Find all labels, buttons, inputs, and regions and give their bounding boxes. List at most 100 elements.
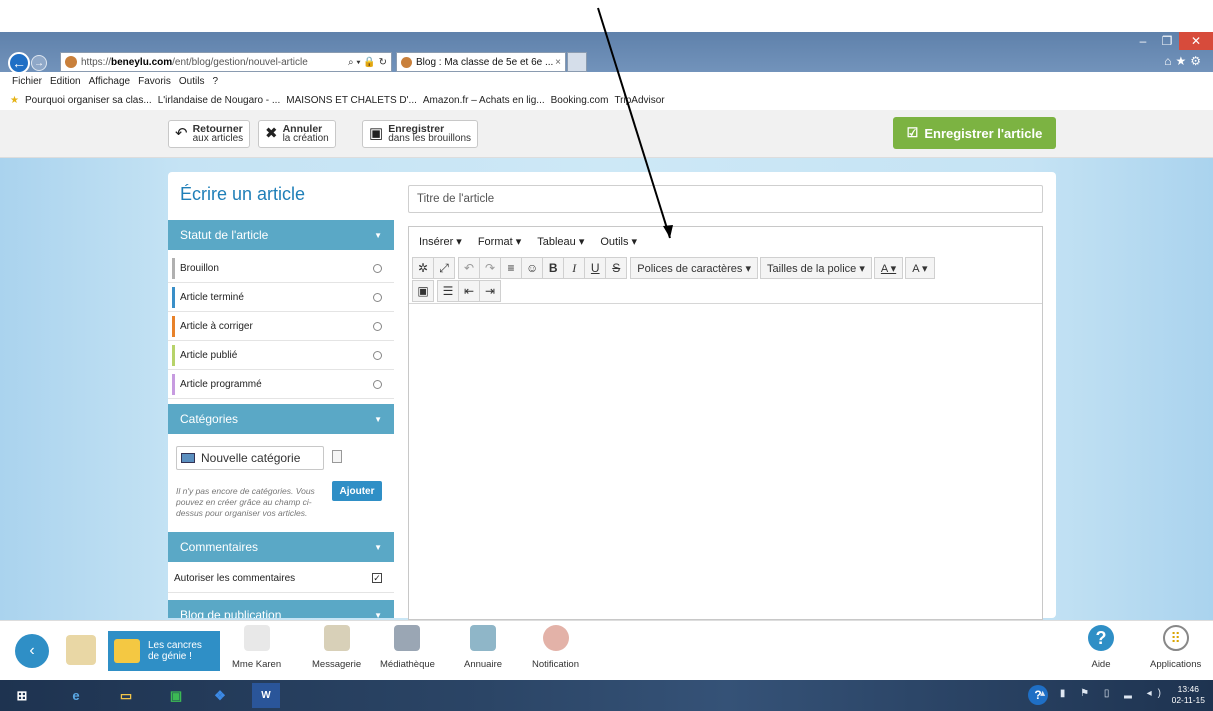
new-tab-button[interactable] — [567, 52, 587, 72]
add-category-button[interactable]: Ajouter — [332, 481, 382, 501]
store-icon[interactable]: ▣ — [162, 683, 190, 708]
dock-item-applications[interactable]: ⠿ Applications — [1150, 625, 1201, 670]
dock-item-annuaire[interactable]: Annuaire — [464, 625, 502, 670]
status-section-header[interactable]: Statut de l'article ▼ — [168, 220, 394, 250]
address-bar[interactable]: https://beneylu.com/ent/blog/gestion/nou… — [60, 52, 392, 72]
directory-icon — [470, 625, 497, 651]
save-draft-button[interactable]: ▣ Enregistrer dans les brouillons — [362, 120, 479, 148]
dock-pupils-icon[interactable] — [66, 635, 96, 665]
menu-format[interactable]: Format ▾ — [478, 235, 521, 248]
outdent-icon[interactable]: ⇤ — [458, 280, 480, 302]
minimize-icon[interactable]: – — [1131, 32, 1155, 50]
word-icon[interactable]: W — [252, 683, 280, 708]
menu-affichage[interactable]: Affichage — [89, 76, 131, 87]
browser-forward-button[interactable]: → — [31, 55, 47, 71]
radio-button[interactable] — [373, 293, 382, 302]
fav-item-6[interactable]: TripAdvisor — [614, 95, 664, 106]
triangle-down-icon: ▼ — [374, 542, 382, 552]
radio-button[interactable] — [373, 351, 382, 360]
menu-help[interactable]: ? — [212, 76, 218, 87]
menu-outils[interactable]: Outils — [179, 76, 205, 87]
status-option-to-correct[interactable]: Article à corriger — [168, 312, 394, 341]
editor-toolbar-row-1: ✲ ⤢ ↶ ↷ ≡ ☺ B I U S Polices de caractère… — [412, 257, 937, 279]
cancel-creation-button[interactable]: ✖ Annuler la création — [258, 120, 336, 148]
browser-home-fav-settings-icons[interactable]: ⌂★⚙ — [1164, 54, 1205, 68]
class-group-selector[interactable]: Les cancres de génie ! — [108, 631, 220, 671]
menu-edition[interactable]: Edition — [50, 76, 81, 87]
radio-button[interactable] — [373, 380, 382, 389]
browser-back-button[interactable]: ← — [8, 52, 30, 74]
underline-icon[interactable]: U — [584, 257, 607, 279]
status-option-scheduled[interactable]: Article programmé — [168, 370, 394, 399]
new-category-input[interactable]: Nouvelle catégorie — [176, 446, 324, 470]
tab-close-icon[interactable]: × — [555, 57, 565, 68]
document-icon[interactable] — [332, 450, 342, 463]
categories-section-header[interactable]: Catégories ▼ — [168, 404, 394, 434]
editor-content-area[interactable] — [409, 303, 1042, 621]
italic-icon[interactable]: I — [563, 257, 586, 279]
allow-comments-row[interactable]: Autoriser les commentaires ✓ — [168, 564, 394, 593]
fav-item-5[interactable]: Booking.com — [551, 95, 609, 106]
menu-insert[interactable]: Insérer ▾ — [419, 235, 462, 248]
fav-item-1[interactable]: Pourquoi organiser sa clas... — [25, 95, 152, 106]
back-to-articles-button[interactable]: ↶ Retourner aux articles — [168, 120, 251, 148]
fav-item-3[interactable]: MAISONS ET CHALETS D'... — [286, 95, 417, 106]
menu-table[interactable]: Tableau ▾ — [537, 235, 584, 248]
status-option-finished[interactable]: Article terminé — [168, 283, 394, 312]
comments-section-header[interactable]: Commentaires ▼ — [168, 532, 394, 562]
menu-tools[interactable]: Outils ▾ — [600, 235, 637, 248]
windows-start-icon[interactable]: ⊞ — [8, 683, 36, 708]
restore-icon[interactable]: ❐ — [1155, 32, 1179, 50]
fav-item-4[interactable]: Amazon.fr – Achats en lig... — [423, 95, 545, 106]
allow-comments-checkbox[interactable]: ✓ — [372, 573, 382, 583]
radio-button[interactable] — [373, 264, 382, 273]
menu-fichier[interactable]: Fichier — [12, 76, 42, 87]
insert-media-icon[interactable]: ▣ — [412, 280, 434, 302]
internet-explorer-icon[interactable]: e — [62, 683, 90, 708]
status-option-draft[interactable]: Brouillon — [168, 254, 394, 283]
categories-header-label: Catégories — [180, 412, 239, 426]
status-option-published[interactable]: Article publié — [168, 341, 394, 370]
system-tray-icons[interactable]: ▴ ▮ ⚑ ▯ ▂ ◂) — [1040, 688, 1167, 699]
article-title-input[interactable]: Titre de l'article — [408, 185, 1043, 213]
emoticon-icon[interactable]: ☺ — [521, 257, 544, 279]
status-color-bar — [172, 287, 175, 308]
text-color-dropdown[interactable]: A ▾ — [873, 257, 904, 279]
background-color-dropdown[interactable]: A ▾ — [905, 257, 935, 279]
undo-icon[interactable]: ↶ — [458, 257, 480, 279]
bold-icon[interactable]: B — [542, 257, 565, 279]
list-icon[interactable]: ☰ — [437, 280, 459, 302]
status-color-bar — [172, 374, 175, 395]
address-controls[interactable]: ⌕ ▾ 🔒 ↻ — [348, 57, 391, 68]
radio-button[interactable] — [373, 322, 382, 331]
font-family-dropdown[interactable]: Polices de caractères ▾ — [630, 257, 759, 279]
redo-icon[interactable]: ↷ — [479, 257, 501, 279]
fullscreen-icon[interactable]: ⤢ — [433, 257, 455, 279]
url-host: beneylu.com — [111, 56, 173, 68]
align-center-icon[interactable]: ≡ — [500, 257, 522, 279]
dock-item-notification[interactable]: Notification — [532, 625, 579, 670]
menu-favoris[interactable]: Favoris — [138, 76, 171, 87]
file-explorer-icon[interactable]: ▭ — [112, 683, 140, 708]
dropbox-icon[interactable]: ❖ — [206, 683, 234, 708]
blog-section-header[interactable]: Blog de publication ▼ — [168, 600, 394, 618]
blog-header-label: Blog de publication — [180, 608, 282, 618]
font-size-dropdown[interactable]: Tailles de la police ▾ — [760, 257, 872, 279]
dock-item-mediatheque[interactable]: Médiathèque — [380, 625, 435, 670]
dock-label: Médiathèque — [380, 659, 435, 670]
favorites-bar: ★ Pourquoi organiser sa clas... L'irland… — [0, 90, 1213, 110]
strikethrough-icon[interactable]: S — [605, 257, 628, 279]
dock-item-messagerie[interactable]: Messagerie — [312, 625, 361, 670]
back-sublabel: aux articles — [192, 133, 244, 144]
app-dock: ‹ Les cancres de génie ! Mme Karen Messag… — [0, 620, 1213, 680]
clock[interactable]: 13:46 02-11-15 — [1172, 684, 1205, 706]
close-window-icon[interactable]: ✕ — [1179, 32, 1213, 50]
indent-icon[interactable]: ⇥ — [479, 280, 501, 302]
gear-icon[interactable]: ✲ — [412, 257, 434, 279]
browser-tab[interactable]: Blog : Ma classe de 5e et 6e ... × — [396, 52, 566, 72]
fav-item-2[interactable]: L'irlandaise de Nougaro - ... — [158, 95, 281, 106]
dock-item-help[interactable]: ? Aide — [1088, 625, 1114, 670]
save-article-button[interactable]: ☑ Enregistrer l'article — [893, 117, 1056, 149]
dock-item-profile[interactable]: Mme Karen — [232, 625, 281, 670]
dock-back-button[interactable]: ‹ — [15, 634, 49, 668]
